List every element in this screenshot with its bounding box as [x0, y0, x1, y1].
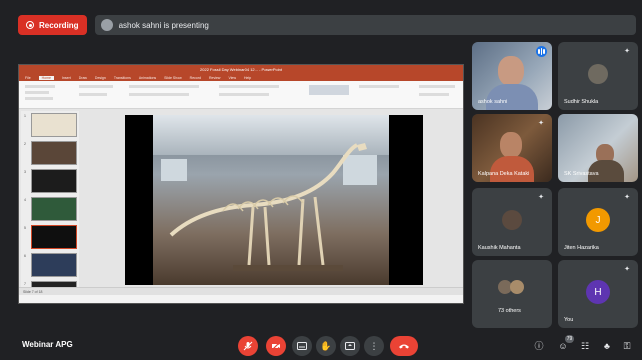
meet-window: Recording ashok sahni is presenting 2022… [0, 0, 642, 360]
recording-label: Recording [39, 20, 79, 30]
slide-thumbnail[interactable]: 3 [24, 169, 77, 193]
meeting-name: Webinar APG [22, 340, 73, 349]
ribbon-tab: Review [208, 75, 221, 80]
self-tile[interactable]: H ✦ You [558, 260, 638, 328]
mic-off-icon [243, 341, 253, 351]
ribbon-tab: Transitions [113, 75, 131, 80]
recording-icon [26, 21, 34, 29]
powerpoint-status-bar: Slide 7 of 18 [19, 287, 463, 295]
participant-avatar [502, 210, 522, 230]
others-count: 73 others [498, 308, 521, 314]
chat-icon[interactable]: ☷ [578, 339, 592, 353]
raise-hand-button[interactable]: ✋ [316, 336, 336, 356]
ribbon-toolbar [19, 81, 463, 109]
people-icon[interactable]: ☺ 79 [556, 335, 574, 353]
ribbon-tabs: File Home Insert Draw Design Transitions… [19, 74, 463, 81]
ribbon-tab: Draw [78, 75, 87, 80]
self-letter-avatar: H [586, 280, 610, 304]
powerpoint-title-bar: 2022 Fossil Day Webinar04 12... - PowerP… [19, 65, 463, 74]
slide-status: Slide 7 of 18 [23, 289, 43, 294]
participant-name: SK Srivastava [564, 171, 599, 177]
ribbon-tab: View [228, 75, 236, 80]
slide-thumbnail[interactable]: 1 [24, 113, 77, 137]
slide-editor[interactable] [89, 115, 459, 285]
shared-screen: 2022 Fossil Day Webinar04 12... - PowerP… [18, 64, 464, 304]
mic-off-icon: ✦ [538, 194, 544, 201]
ribbon-tab: File [25, 75, 31, 80]
ribbon-tab: Slide Show [164, 75, 182, 80]
host-controls-icon[interactable]: ⚿ [620, 339, 634, 353]
speaking-indicator-icon [536, 46, 547, 57]
mic-off-icon: ✦ [624, 266, 630, 273]
ribbon-tab: Insert [61, 75, 71, 80]
self-name: You [564, 317, 574, 323]
recording-indicator[interactable]: Recording [18, 15, 87, 35]
current-slide [125, 115, 423, 285]
mic-toggle-button[interactable] [238, 336, 258, 356]
participant-tile[interactable]: ✦ Sudhir Shukla [558, 42, 638, 110]
participant-name: Sudhir Shukla [564, 99, 599, 105]
ribbon-tab: Record [189, 75, 201, 80]
slide-thumbnail[interactable]: 4 [24, 197, 77, 221]
raise-hand-icon: ✋ [320, 340, 332, 351]
mic-off-icon: ✦ [624, 48, 630, 55]
slide-thumbnails: 1 2 3 4 5 6 7 [21, 111, 79, 293]
participant-tile[interactable]: ashok sahni [472, 42, 552, 110]
hang-up-icon [399, 344, 409, 349]
mic-off-icon: ✦ [538, 120, 544, 127]
slide-thumbnail-active[interactable]: 5 [24, 225, 77, 249]
participant-name: Jiten Hazarika [564, 245, 599, 251]
captions-icon [297, 342, 307, 350]
info-icon[interactable]: ⓘ [532, 339, 546, 353]
slide-thumbnail[interactable]: 6 [24, 253, 77, 277]
activities-icon[interactable]: ♣ [600, 339, 614, 353]
bottom-control-bar: Webinar APG ✋ ⋮ ⓘ ☺ 79 ☷ ♣ ⚿ [0, 330, 642, 360]
camera-off-icon [271, 341, 281, 351]
participant-tile[interactable]: ✦ Kalpana Deka Kataki [472, 114, 552, 182]
presenting-text: ashok sahni is presenting [118, 20, 209, 30]
dinosaur-skeleton-photo [153, 115, 389, 285]
participant-name: Kalpana Deka Kataki [478, 171, 530, 177]
participant-letter-avatar: J [586, 208, 610, 232]
mic-off-icon: ✦ [624, 194, 630, 201]
people-count-badge: 79 [565, 335, 574, 343]
present-icon [345, 342, 355, 350]
ribbon-tab: Animations [138, 75, 157, 80]
participant-avatar [588, 64, 608, 84]
ribbon-tab: Help [243, 75, 252, 80]
participant-avatar [510, 280, 524, 294]
skeleton-icon [169, 143, 367, 271]
participant-tile[interactable]: J ✦ Jiten Hazarika [558, 188, 638, 256]
powerpoint-window-title: 2022 Fossil Day Webinar04 12... - PowerP… [200, 67, 282, 72]
present-now-button[interactable] [340, 336, 360, 356]
presenter-avatar [100, 19, 113, 31]
top-bar: Recording ashok sahni is presenting [18, 14, 636, 36]
powerpoint-workspace: 1 2 3 4 5 6 7 Slide 7 of 18 [19, 109, 463, 295]
participant-name: Kaushik Mahanta [478, 245, 521, 251]
participant-tile[interactable]: SK Srivastava [558, 114, 638, 182]
leave-call-button[interactable] [390, 336, 418, 356]
more-options-button[interactable]: ⋮ [364, 336, 384, 356]
participant-tile[interactable]: ✦ Kaushik Mahanta [472, 188, 552, 256]
more-vert-icon: ⋮ [369, 340, 379, 351]
ribbon-tab: Design [94, 75, 106, 80]
slide-thumbnail[interactable]: 2 [24, 141, 77, 165]
participant-name: ashok sahni [478, 99, 508, 105]
others-tile[interactable]: 73 others [472, 260, 552, 328]
presenting-banner: ashok sahni is presenting [94, 15, 636, 35]
captions-button[interactable] [292, 336, 312, 356]
camera-toggle-button[interactable] [266, 336, 286, 356]
ribbon-tab-active: Home [38, 75, 54, 80]
